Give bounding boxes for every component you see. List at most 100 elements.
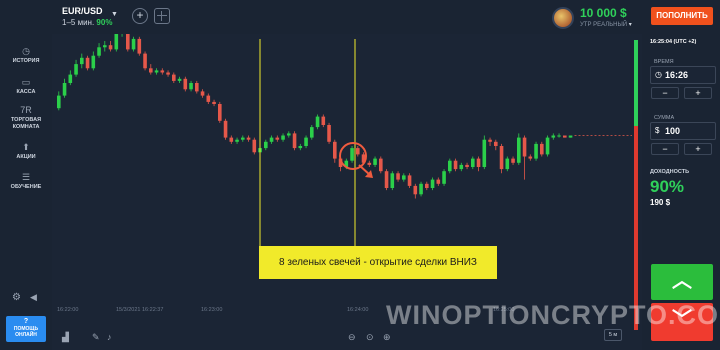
history-icon: ◷ <box>22 46 30 56</box>
draw-tool-icon[interactable]: ✎ <box>92 332 100 343</box>
candle-up <box>545 137 550 155</box>
center-icon[interactable]: ⊙ <box>366 332 374 343</box>
candle-down <box>137 38 142 54</box>
asset-name: EUR/USD <box>62 6 103 16</box>
candle-down <box>563 135 567 138</box>
candle-down <box>200 91 205 96</box>
candle-down <box>149 68 153 73</box>
candle-down <box>384 171 389 188</box>
candle-down <box>522 137 527 157</box>
asset-details: 1–5 мин. 90% <box>62 18 112 27</box>
candle-down <box>160 70 165 73</box>
candle-down <box>183 78 188 90</box>
sidebar-item-shares[interactable]: ⬆ АКЦИИ <box>0 142 52 161</box>
add-asset-icon[interactable]: + <box>132 8 148 24</box>
candle-down <box>436 179 441 184</box>
sidebar-item-cash[interactable]: ▭ КАССА <box>0 77 52 96</box>
candle-up <box>534 143 538 159</box>
chart-type-icon[interactable]: ▟ <box>62 332 69 343</box>
candle-up <box>74 64 78 75</box>
candle-up <box>57 95 61 109</box>
candles-layer <box>57 34 632 199</box>
candle-up <box>551 135 556 138</box>
candle-down <box>223 120 228 138</box>
time-value: 16:26 <box>665 70 689 80</box>
candle-down <box>292 133 297 149</box>
call-up-button[interactable]: ︿ <box>651 264 713 300</box>
candle-up <box>241 137 245 140</box>
candle-down <box>212 101 216 104</box>
deposit-button[interactable]: ПОПОЛНИТЬ <box>651 7 713 25</box>
amount-value: 100 <box>665 126 681 136</box>
asset-payout: 90% <box>96 18 113 27</box>
amount-minus-button[interactable]: − <box>651 143 679 155</box>
candle-up <box>310 127 314 138</box>
asset-selector[interactable]: EUR/USD 1–5 мин. 90% <box>62 6 112 27</box>
candle-up <box>471 158 475 167</box>
time-minus-button[interactable]: − <box>651 87 679 99</box>
candle-down <box>172 74 176 81</box>
candle-up <box>350 148 354 161</box>
candle-up <box>177 78 182 81</box>
sound-icon[interactable]: ◀ <box>30 292 37 303</box>
candle-down <box>206 95 211 102</box>
sidebar-item-history[interactable]: ◷ ИСТОРИЯ <box>0 46 52 65</box>
time-plus-button[interactable]: + <box>684 87 712 99</box>
candle-up <box>97 47 101 56</box>
meter-up <box>634 40 638 126</box>
amount-field[interactable]: $ 100 <box>650 122 716 140</box>
candle-down <box>465 164 469 167</box>
sidebar-item-label: ТОРГОВАЯ КОМНАТА <box>10 117 42 130</box>
sidebar: ◷ ИСТОРИЯ ▭ КАССА 7R ТОРГОВАЯ КОМНАТА ⬆ … <box>0 34 52 350</box>
candle-up <box>442 171 446 184</box>
candle-up <box>448 160 452 172</box>
candle-down <box>379 158 383 172</box>
amount-plus-button[interactable]: + <box>684 143 712 155</box>
settings-icon[interactable]: ⚙ <box>12 292 21 303</box>
grid-layout-icon[interactable] <box>154 8 170 24</box>
account-type-label: УТР РЕАЛЬНЫЙ <box>580 22 628 28</box>
candle-up <box>482 139 487 167</box>
help-mark: ? <box>23 318 29 325</box>
candle-up <box>459 164 464 170</box>
currency-icon: $ <box>655 126 660 135</box>
help-online-button[interactable]: ? ПОМОЩЬ ОНЛАЙН <box>6 316 46 342</box>
zoom-in-icon[interactable]: ⊕ <box>383 332 391 343</box>
profit-label: ДОХОДНОСТЬ <box>650 169 690 175</box>
candle-down <box>195 83 199 92</box>
candle-up <box>68 74 73 83</box>
avatar[interactable] <box>552 7 574 29</box>
candle-up <box>568 135 573 138</box>
candle-down <box>488 139 492 142</box>
candle-up <box>62 83 67 96</box>
candle-up <box>154 70 159 73</box>
asset-range: 1–5 мин. <box>62 18 95 27</box>
candle-up <box>430 179 435 188</box>
account-dropdown-icon: ▾ <box>628 22 632 28</box>
candle-up <box>189 83 193 90</box>
sidebar-item-label: ИСТОРИЯ <box>12 58 40 64</box>
candle-down <box>476 158 481 167</box>
candle-up <box>103 45 107 48</box>
candle-down <box>126 34 130 50</box>
candle-up <box>402 175 406 180</box>
candle-up <box>131 38 136 50</box>
sidebar-item-training[interactable]: ☰ ОБУЧЕНИЕ <box>0 172 52 191</box>
indicator-icon[interactable]: ♪ <box>107 332 112 342</box>
time-field[interactable]: ◷ 16:26 <box>650 66 716 84</box>
sidebar-item-label: КАССА <box>16 89 36 95</box>
candle-up <box>269 137 274 142</box>
candlestick-chart[interactable]: 16:22:00 15/3/2021 16:22:37 16:23:00 16:… <box>52 34 632 326</box>
zoom-out-icon[interactable]: ⊖ <box>348 332 356 343</box>
asset-dropdown-icon[interactable]: ▼ <box>111 11 118 18</box>
balance[interactable]: 10 000 $ <box>580 6 627 20</box>
candle-down <box>499 146 504 170</box>
account-type[interactable]: УТР РЕАЛЬНЫЙ ▾ <box>580 21 632 28</box>
profit-amount: 190 $ <box>650 198 671 207</box>
candle-up <box>373 158 377 165</box>
sentiment-meter <box>634 40 638 330</box>
sidebar-item-trading-room[interactable]: 7R ТОРГОВАЯ КОМНАТА <box>0 105 52 131</box>
candle-up <box>517 137 521 163</box>
watermark: WINOPTIONCRYPTO.COM <box>386 300 720 330</box>
candle-down <box>511 158 515 163</box>
